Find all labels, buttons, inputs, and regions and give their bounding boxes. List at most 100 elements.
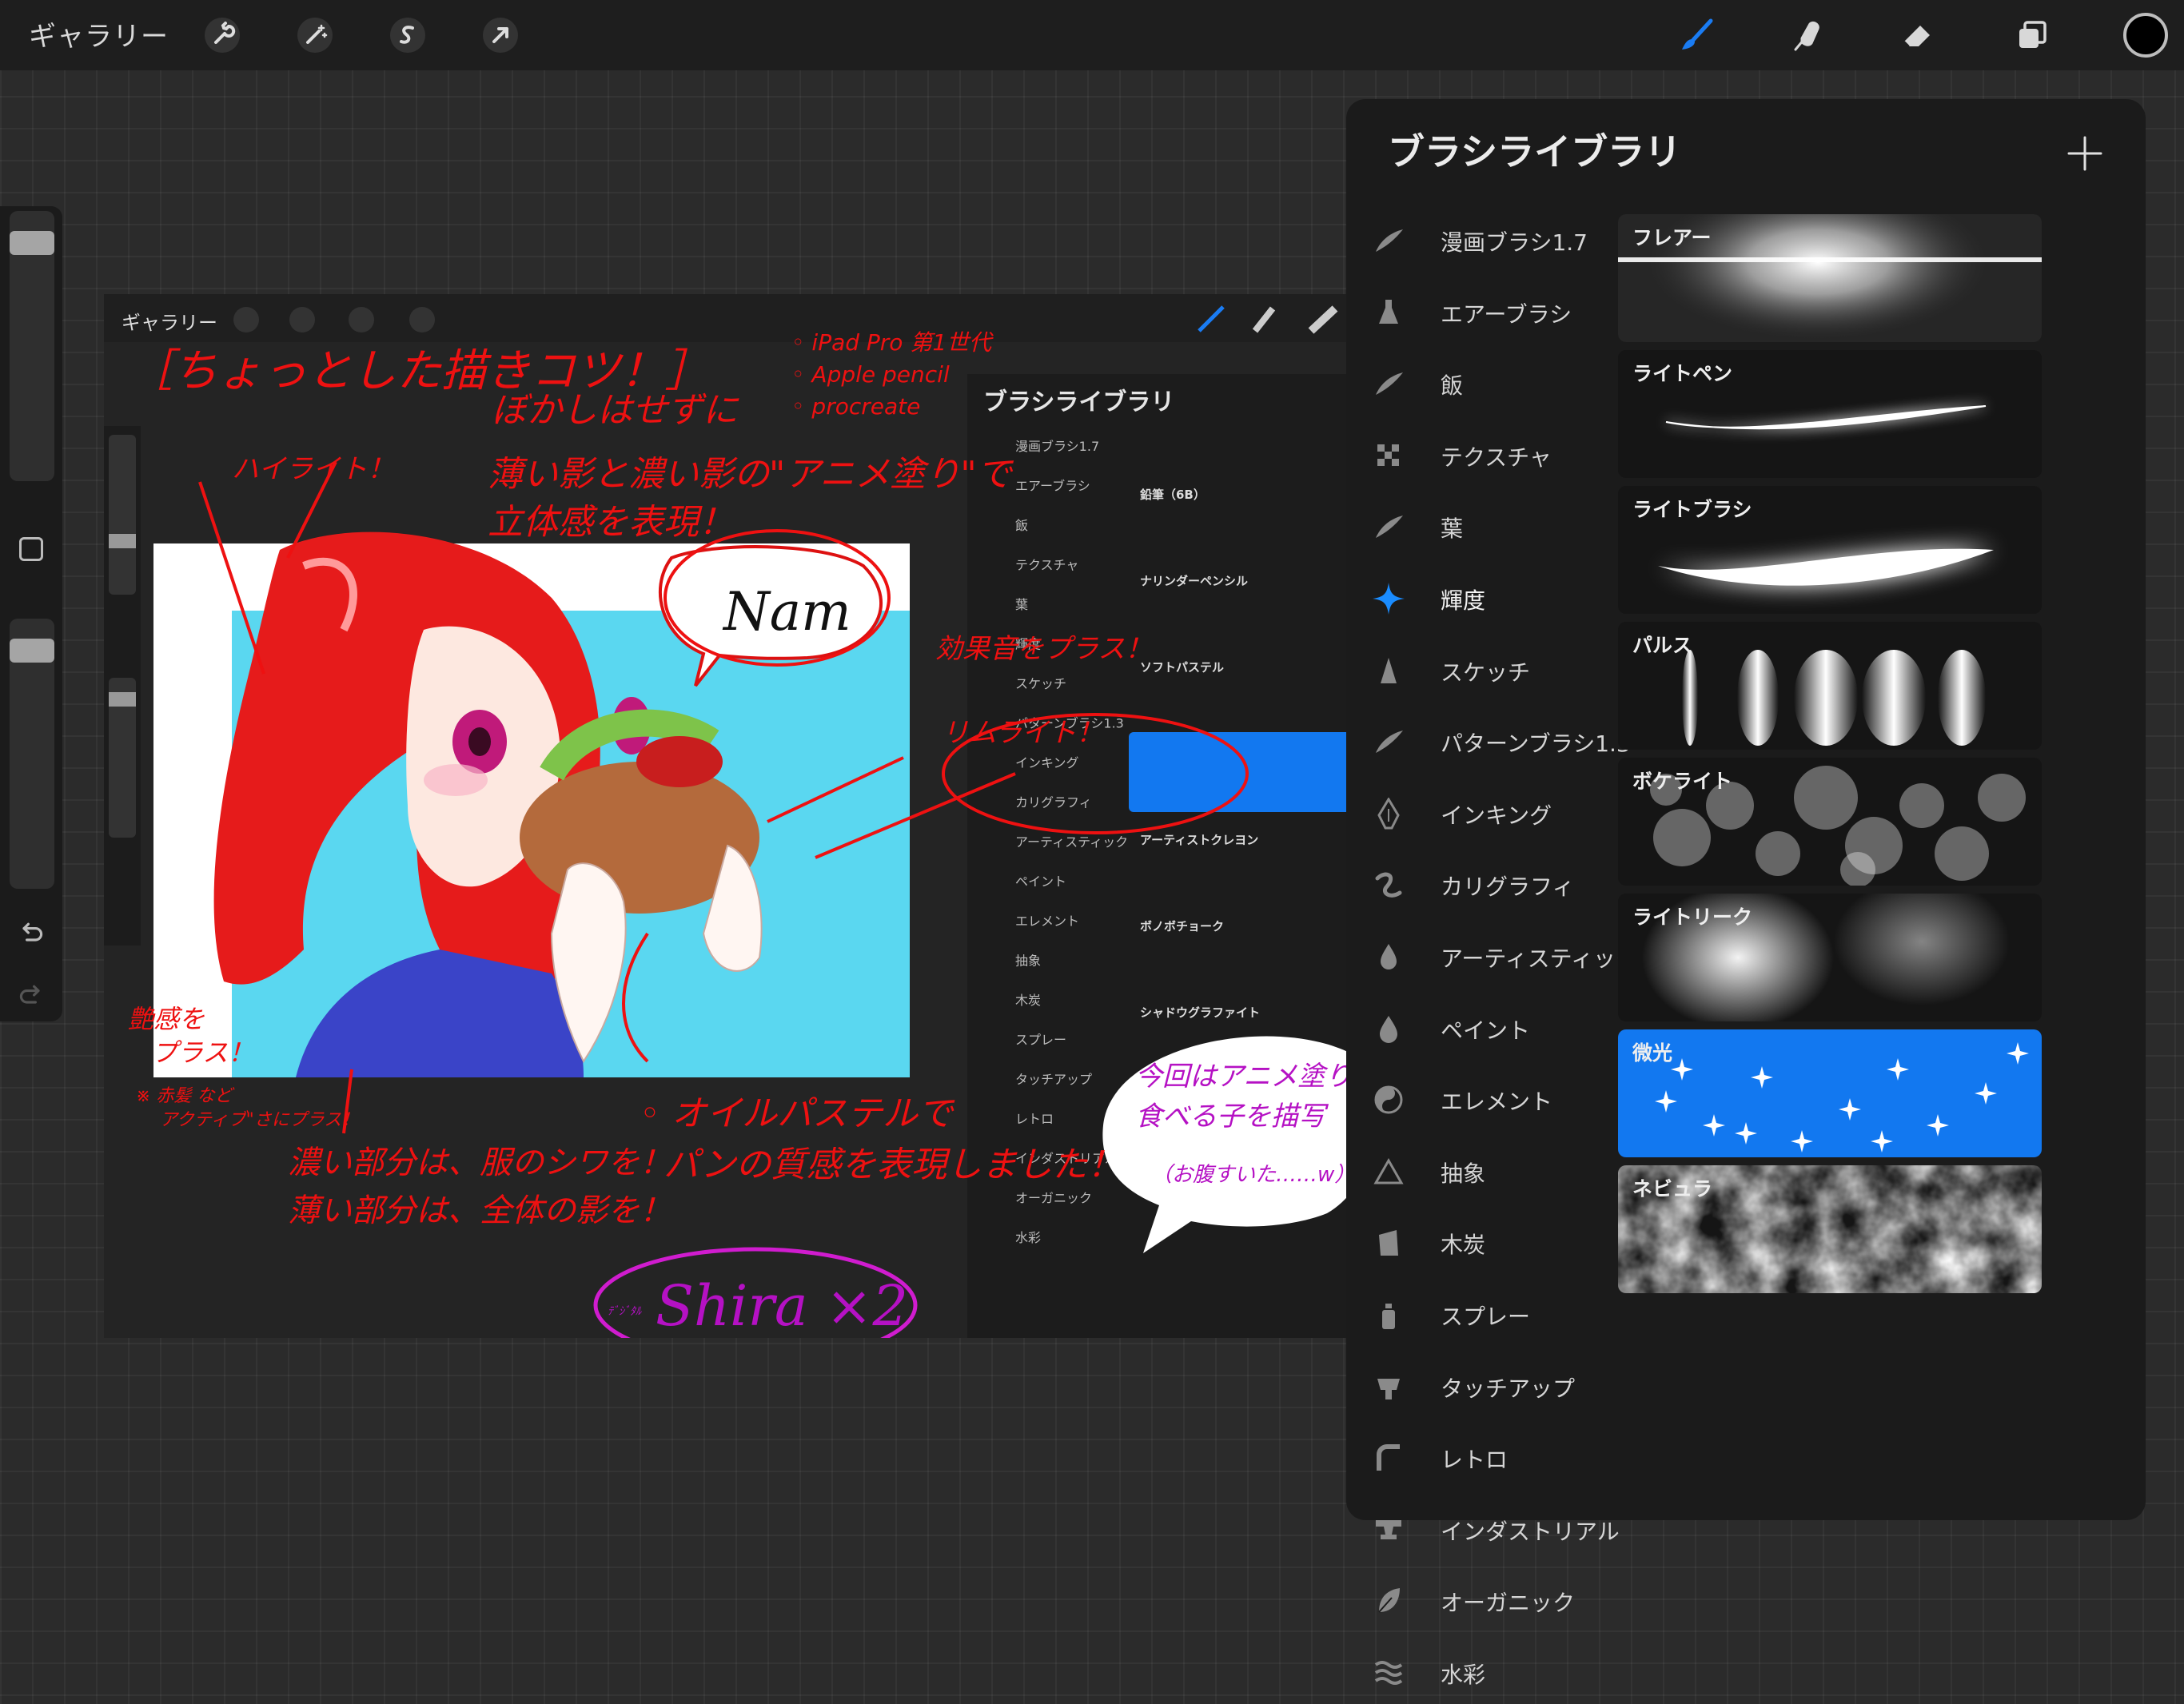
note-dark: 濃い部分は、服のシワを！ bbox=[288, 1145, 672, 1181]
brush-set-item[interactable]: 漫画ブラシ1.7 bbox=[1346, 209, 1618, 272]
add-brush-set-icon[interactable] bbox=[2062, 131, 2107, 176]
inner-category-label: 葉 bbox=[1015, 597, 1028, 612]
brush-set-item[interactable]: 木炭 bbox=[1346, 1212, 1618, 1274]
note-anime-2: 立体感を表現！ bbox=[488, 502, 734, 543]
brush-size-thumb[interactable] bbox=[10, 231, 54, 255]
brush-card[interactable]: ボケライト bbox=[1618, 758, 2042, 886]
inner-category-label: インキング bbox=[1015, 755, 1079, 770]
brush-size-slider[interactable] bbox=[10, 211, 54, 481]
inner-brush-label: ナリンダーペンシル bbox=[1140, 574, 1248, 588]
brush-set-item[interactable]: アーティスティック bbox=[1346, 926, 1638, 988]
brush-set-item[interactable]: パターンブラシ1.3 bbox=[1346, 711, 1631, 773]
inner-brush-label: シャドウグラファイト bbox=[1140, 1005, 1260, 1020]
touchup-icon bbox=[1372, 1370, 1405, 1403]
texture-checker-icon bbox=[1372, 439, 1405, 472]
note-spec-1: ◦ iPad Pro 第1世代 bbox=[791, 329, 994, 356]
inner-category-label: 木炭 bbox=[1015, 993, 1041, 1008]
brush-set-item[interactable]: 水彩 bbox=[1346, 1642, 1618, 1704]
magic-wand-icon[interactable] bbox=[288, 8, 342, 62]
note-shine-4: アクティブ"さにプラス！ bbox=[160, 1110, 359, 1130]
brush-set-item[interactable]: オーガニック bbox=[1346, 1570, 1618, 1632]
brush-set-label: パターンブラシ1.3 bbox=[1441, 731, 1631, 757]
brush-set-item[interactable]: スケッチ bbox=[1346, 639, 1618, 702]
brush-card[interactable]: ライトペン bbox=[1618, 350, 2042, 478]
brush-set-label: エアーブラシ bbox=[1441, 301, 1572, 328]
layers-icon[interactable] bbox=[2005, 8, 2059, 62]
undo-icon[interactable] bbox=[14, 916, 48, 950]
brush-set-label: ペイント bbox=[1441, 1017, 1531, 1044]
modify-button[interactable] bbox=[19, 537, 43, 561]
brush-set-label: インキング bbox=[1441, 802, 1552, 829]
brush-card[interactable]: ライトブラシ bbox=[1618, 486, 2042, 614]
opacity-thumb[interactable] bbox=[10, 639, 54, 663]
brush-name: ネビュラ bbox=[1632, 1177, 1713, 1200]
note-sfx: 効果音をプラス！ bbox=[935, 633, 1152, 665]
opacity-slider[interactable] bbox=[10, 619, 54, 889]
spray-can-icon bbox=[1372, 1298, 1405, 1332]
brush-set-item[interactable]: インキング bbox=[1346, 782, 1618, 845]
inner-brush-label: ソフトパステル bbox=[1140, 660, 1224, 675]
color-swatch[interactable] bbox=[2123, 13, 2168, 58]
brush-set-item[interactable]: 輝度 bbox=[1346, 567, 1618, 630]
brush-set-item[interactable]: エレメント bbox=[1346, 1069, 1618, 1131]
smudge-finger-icon[interactable] bbox=[1779, 8, 1834, 62]
inner-category-label: アーティスティック bbox=[1015, 834, 1128, 850]
signature-prefix: ﾃﾞｼﾞﾀﾙ bbox=[608, 1305, 642, 1318]
gallery-button[interactable]: ギャラリー bbox=[29, 14, 169, 54]
wrench-icon[interactable] bbox=[195, 8, 249, 62]
brush-set-label: タッチアップ bbox=[1441, 1376, 1576, 1402]
brush-set-item[interactable]: 抽象 bbox=[1346, 1141, 1618, 1203]
calligraphy-icon bbox=[1372, 868, 1405, 902]
brush-card[interactable]: フレアー bbox=[1618, 214, 2042, 342]
note-shine-2: プラス！ bbox=[152, 1037, 253, 1068]
inner-brush-label: ボノボチョーク bbox=[1140, 919, 1224, 934]
brush-name: ライトペン bbox=[1632, 362, 1733, 385]
eraser-icon[interactable] bbox=[1890, 8, 1944, 62]
note-anime-1: 薄い影と濃い影の"アニメ塗り"で bbox=[488, 454, 1014, 495]
brush-set-label: レトロ bbox=[1441, 1447, 1508, 1473]
inner-category-label: ペイント bbox=[1015, 874, 1066, 890]
charcoal-icon bbox=[1372, 1226, 1405, 1260]
paintbrush-icon[interactable] bbox=[1669, 8, 1724, 62]
brush-set-label: 輝度 bbox=[1441, 587, 1486, 614]
inner-category-label: エレメント bbox=[1015, 914, 1079, 929]
signature-text: Shira ×2 bbox=[656, 1273, 908, 1338]
canvas-artwork[interactable]: ギャラリー Nam ブラシライブラリ 漫画ブラシ1.7 エアーブラシ 飯 テクス… bbox=[104, 294, 1369, 1338]
note-rimlight: リムライト！ bbox=[942, 717, 1103, 749]
brush-card[interactable]: ライトリーク bbox=[1618, 894, 2042, 1021]
brush-stroke-icon bbox=[1372, 367, 1405, 400]
brush-set-label: 木炭 bbox=[1441, 1232, 1486, 1258]
brush-set-item[interactable]: インダストリアル bbox=[1346, 1499, 1620, 1561]
brush-card[interactable]: パルス bbox=[1618, 622, 2042, 750]
arrow-cursor-icon[interactable] bbox=[473, 8, 528, 62]
note-oil-2: パンの質感を表現しました！ bbox=[664, 1145, 1122, 1185]
bubble-line-2: 食べる子を描写 bbox=[1135, 1101, 1329, 1133]
panel-title: ブラシライブラリ bbox=[1388, 130, 1682, 173]
retro-icon bbox=[1372, 1441, 1405, 1475]
brush-set-item[interactable]: 葉 bbox=[1346, 496, 1618, 558]
brush-set-item[interactable]: 飯 bbox=[1346, 352, 1618, 415]
sfx-word: Nam bbox=[722, 581, 851, 643]
brush-set-item[interactable]: エアーブラシ bbox=[1346, 281, 1618, 344]
brush-set-label: テクスチャ bbox=[1441, 444, 1552, 471]
brush-set-item[interactable]: スプレー bbox=[1346, 1284, 1618, 1346]
brush-set-item[interactable]: カリグラフィ bbox=[1346, 854, 1618, 916]
brush-card[interactable]: 微光 bbox=[1618, 1029, 2042, 1157]
brush-card[interactable]: ネビュラ bbox=[1618, 1165, 2042, 1293]
note-blur: ぼかしはせずに bbox=[492, 390, 739, 431]
brush-set-item[interactable]: テクスチャ bbox=[1346, 424, 1618, 487]
artwork-illustration: ギャラリー Nam ブラシライブラリ 漫画ブラシ1.7エアーブラシ飯テクスチャ葉… bbox=[104, 294, 1369, 1338]
brush-set-item[interactable]: タッチアップ bbox=[1346, 1356, 1618, 1418]
paint-drop-icon bbox=[1372, 940, 1405, 973]
brush-set-item[interactable]: ペイント bbox=[1346, 997, 1618, 1060]
inner-category-label: レトロ bbox=[1015, 1112, 1054, 1127]
selection-s-icon[interactable] bbox=[381, 8, 435, 62]
brush-set-item[interactable]: レトロ bbox=[1346, 1427, 1618, 1489]
top-toolbar: ギャラリー bbox=[0, 0, 2184, 70]
brush-name: ライトブラシ bbox=[1632, 498, 1752, 521]
pen-nib-icon bbox=[1372, 797, 1405, 830]
redo-icon[interactable] bbox=[14, 978, 48, 1012]
inner-category-label: オーガニック bbox=[1015, 1191, 1092, 1206]
drop-icon bbox=[1372, 1012, 1405, 1045]
brush-set-label: 葉 bbox=[1441, 516, 1464, 542]
